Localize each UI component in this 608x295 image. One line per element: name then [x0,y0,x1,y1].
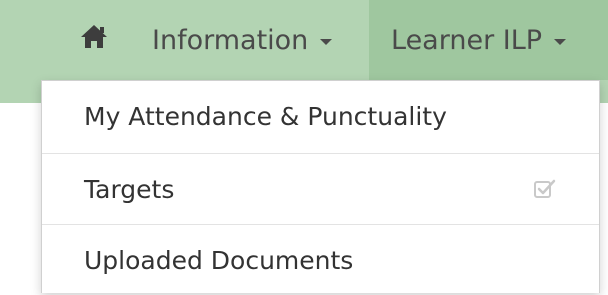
menu-item-attendance-punctuality[interactable]: My Attendance & Punctuality [42,81,599,152]
menu-item-label: My Attendance & Punctuality [84,102,447,131]
menu-item-uploaded-documents[interactable]: Uploaded Documents [42,224,599,295]
caret-down-icon [554,39,567,45]
nav-learner-ilp-dropdown[interactable]: Learner ILP [369,0,608,80]
nav-information-label: Information [152,24,309,56]
caret-down-icon [320,39,333,45]
checked-box-icon [533,177,557,201]
menu-item-label: Targets [84,174,175,204]
home-icon[interactable] [80,22,108,50]
menu-item-label: Uploaded Documents [84,245,354,275]
learner-ilp-dropdown-menu: My Attendance & Punctuality Targets Uplo… [41,80,600,293]
nav-information-dropdown[interactable]: Information [152,0,333,80]
nav-learner-ilp-label: Learner ILP [391,24,543,56]
menu-item-targets[interactable]: Targets [42,153,599,224]
